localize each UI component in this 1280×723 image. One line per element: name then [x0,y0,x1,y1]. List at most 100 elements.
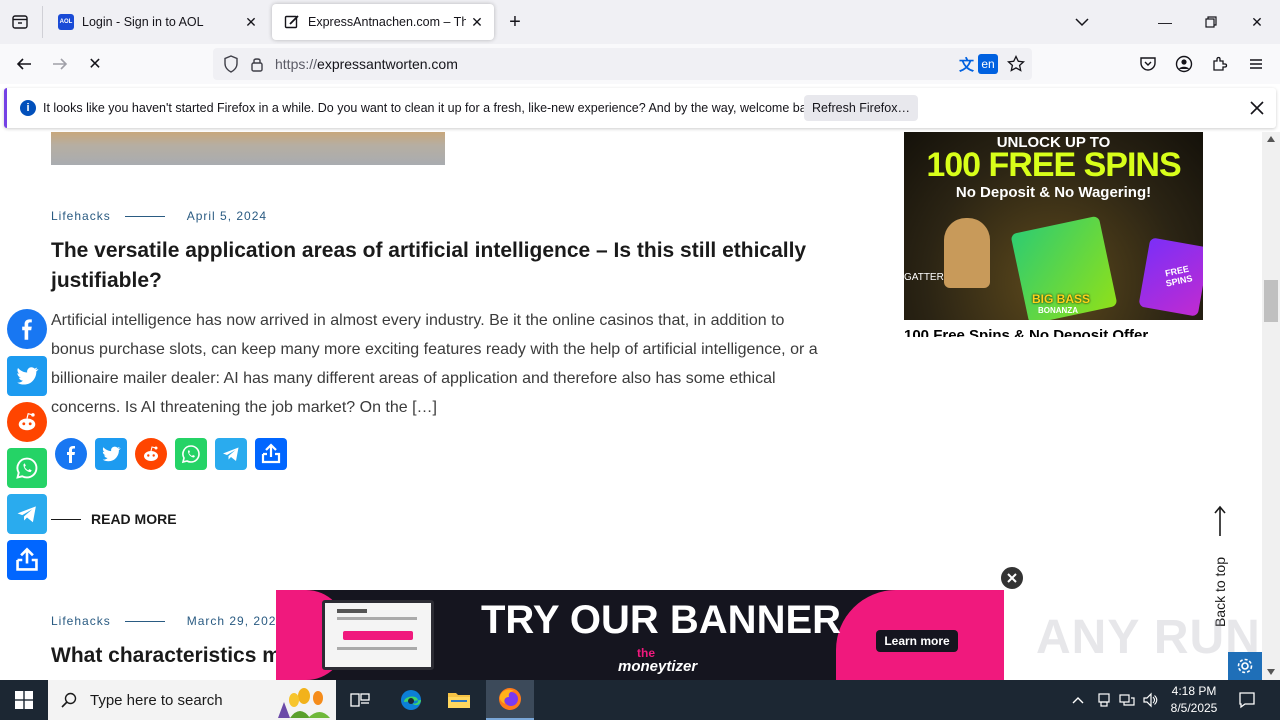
search-icon [61,692,77,708]
windows-taskbar: Type here to search 4:18 PM 8/5/2025 [0,680,1280,720]
tab-title: Login - Sign in to AOL [82,15,204,29]
clock-date: 8/5/2025 [1170,701,1218,715]
windows-start-icon[interactable] [0,680,48,720]
navigation-toolbar: ✕ https://expressantworten.com 文 en [0,44,1280,84]
volume-icon[interactable] [1142,692,1158,708]
show-hidden-icons-chevron-icon[interactable] [1070,692,1086,708]
close-window-icon[interactable]: ✕ [1234,0,1280,44]
ad-side-label: GATTER [904,272,944,283]
notification-center-icon[interactable] [1238,691,1256,709]
scrollbar-thumb[interactable] [1264,280,1278,322]
aol-favicon: AOL [58,14,74,30]
read-more-label: READ MORE [91,511,177,527]
close-tab-icon[interactable]: ✕ [466,11,488,33]
menu-hamburger-icon[interactable] [1244,52,1268,76]
page-scrollbar[interactable] [1262,132,1280,680]
read-more-link[interactable]: READ MORE [51,511,177,527]
translate-icon[interactable]: 文 [959,54,979,74]
page-content: Lifehacks April 5, 2024 The versatile ap… [0,132,1262,680]
ad-game-name-2: BONANZA [1038,306,1078,315]
ad-headline-2: 100 FREE SPINS [926,146,1181,184]
tab-expressantnachen[interactable]: ExpressAntnachen.com – The m ✕ [272,4,494,40]
firefox-refresh-notification: i It looks like you haven't started Fire… [4,88,1276,128]
post-excerpt: Artificial intelligence has now arrived … [51,312,818,416]
floating-facebook-share-icon[interactable] [7,309,47,349]
banner-headline: TRY OUR BANNER [481,598,842,642]
arrow-up-icon [1214,505,1226,536]
floating-telegram-share-icon[interactable] [7,494,47,534]
tab-title: ExpressAntnachen.com – The m [308,15,466,29]
post-meta: Lifehacks April 5, 2024 [51,209,267,223]
pocket-icon[interactable] [1136,52,1160,76]
twitter-share-icon[interactable] [95,438,127,470]
bottom-banner-ad[interactable]: TRY OUR BANNER the moneytizer Learn more [276,590,1004,680]
forward-icon[interactable] [48,52,72,76]
privacy-settings-gear-icon[interactable] [1228,652,1262,680]
edge-browser-icon[interactable] [387,680,435,720]
network-ethernet-icon[interactable] [1096,692,1112,708]
tab-aol-login[interactable]: AOL Login - Sign in to AOL ✕ [46,4,268,40]
search-placeholder: Type here to search [90,691,223,709]
account-icon[interactable] [1172,52,1196,76]
facebook-share-icon[interactable] [55,438,87,470]
post-title[interactable]: What characteristics mus [51,641,281,671]
url-bar[interactable]: https://expressantworten.com 文 en [213,48,1032,80]
task-view-icon[interactable] [336,680,384,720]
post-title[interactable]: The versatile application areas of artif… [51,236,811,296]
sidebar-ad-caption[interactable]: 100 Free Spins & No Deposit Offer [904,326,1203,337]
taskbar-search-box[interactable]: Type here to search [48,680,336,720]
scroll-down-arrow-icon[interactable] [1267,669,1275,675]
floating-share-icon[interactable] [7,540,47,580]
scroll-up-arrow-icon[interactable] [1267,136,1275,142]
back-icon[interactable] [12,52,36,76]
extensions-icon[interactable] [1208,52,1232,76]
close-tab-icon[interactable]: ✕ [240,11,262,33]
list-all-tabs-icon[interactable] [1070,10,1094,34]
url-host: expressantworten.com [317,56,458,72]
bookmark-star-icon[interactable] [1006,54,1026,74]
close-notification-icon[interactable] [1247,98,1267,118]
post-meta: Lifehacks March 29, 2024 [51,614,284,628]
edit-favicon [284,14,300,30]
banner-learn-more-button[interactable]: Learn more [876,630,958,652]
post-date[interactable]: April 5, 2024 [187,209,267,223]
ad-character [944,218,990,288]
firefox-taskbar-icon[interactable] [486,680,534,720]
sidebar-casino-ad[interactable]: UNLOCK UP TO 100 FREE SPINS No Deposit &… [904,132,1203,320]
telegram-share-icon[interactable] [215,438,247,470]
tracking-protection-shield-icon[interactable] [221,54,241,74]
reddit-share-icon[interactable] [135,438,167,470]
post-category-link[interactable]: Lifehacks [51,614,111,628]
clock-time: 4:18 PM [1171,684,1217,698]
taskbar-clock[interactable]: 4:18 PM 8/5/2025 [1164,683,1224,717]
minimize-icon[interactable]: — [1142,0,1188,44]
post-date[interactable]: March 29, 2024 [187,614,284,628]
network-wired-icon[interactable] [1119,692,1135,708]
floating-twitter-share-icon[interactable] [7,356,47,396]
file-explorer-icon[interactable] [435,680,483,720]
close-ad-icon[interactable] [999,565,1025,591]
stop-loading-icon[interactable]: ✕ [83,52,107,76]
floating-reddit-share-icon[interactable] [7,402,47,442]
translate-language-badge[interactable]: en [978,54,998,74]
tab-list-icon[interactable] [8,10,32,34]
refresh-firefox-button[interactable]: Refresh Firefox… [804,95,918,121]
tab-strip: AOL Login - Sign in to AOL ✕ ExpressAntn… [0,0,1280,44]
new-tab-icon[interactable]: + [503,10,527,34]
restore-icon[interactable] [1188,0,1234,44]
share-icon[interactable] [255,438,287,470]
lock-icon[interactable] [247,54,267,74]
share-buttons-row [55,438,287,470]
url-text[interactable]: https://expressantworten.com [275,56,458,72]
post-featured-image[interactable] [51,132,445,165]
post-category-link[interactable]: Lifehacks [51,209,111,223]
floating-whatsapp-share-icon[interactable] [7,448,47,488]
search-flowers-decoration [270,684,334,718]
ad-headline-3: No Deposit & No Wagering! [955,184,1152,201]
ad-game-name-1: BIG BASS [1032,292,1091,306]
whatsapp-share-icon[interactable] [175,438,207,470]
banner-brand-logo: moneytizer [618,658,698,675]
url-protocol: https:// [275,56,318,72]
monitor-illustration [322,600,434,670]
notification-message: It looks like you haven't started Firefo… [43,101,823,115]
